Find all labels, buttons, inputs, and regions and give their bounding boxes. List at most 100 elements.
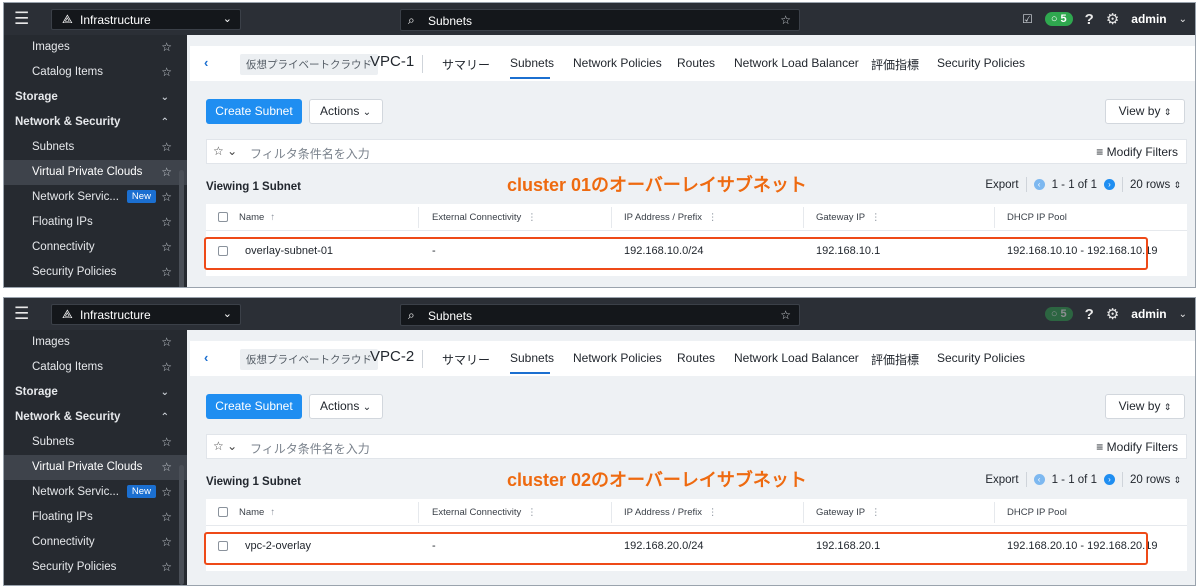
tab-network-policies[interactable]: Network Policies (573, 351, 662, 365)
sort-icon[interactable]: ⋮ (527, 507, 537, 518)
star-icon[interactable]: ☆ (161, 480, 172, 505)
user-menu[interactable]: admin (1131, 307, 1166, 321)
column-divider[interactable] (611, 207, 612, 228)
modify-filters-button[interactable]: ≡ Modify Filters (1096, 145, 1178, 159)
tab-item-5[interactable]: 評価指標 (871, 56, 919, 73)
tab-routes[interactable]: Routes (677, 56, 715, 70)
view-by-button[interactable]: View by ⇕ (1105, 99, 1185, 124)
star-icon[interactable]: ☆ (161, 260, 172, 285)
star-icon[interactable]: ☆ (161, 60, 172, 85)
filter-bar[interactable]: ☆ ⌄ フィルタ条件名を入力 ≡ Modify Filters (206, 139, 1187, 164)
gear-icon[interactable]: ⚙ (1106, 305, 1119, 323)
column-divider[interactable] (994, 502, 995, 523)
sidebar-section-storage[interactable]: Storage ⌄ (4, 85, 187, 110)
next-page-icon[interactable]: › (1103, 474, 1115, 485)
sidebar-section-storage[interactable]: Storage ⌄ (4, 380, 187, 405)
column-header-gateway-ip[interactable]: Gateway IP ⋮ (816, 212, 881, 223)
star-icon[interactable]: ☆ (161, 455, 172, 480)
sidebar-item-images[interactable]: Images ☆ (4, 330, 187, 355)
tab-network-load-balancer[interactable]: Network Load Balancer (734, 351, 859, 365)
column-divider[interactable] (803, 502, 804, 523)
star-icon[interactable]: ☆ (161, 530, 172, 555)
sidebar-item-connectivity[interactable]: Connectivity ☆ (4, 235, 187, 260)
sort-icon[interactable]: ⋮ (527, 212, 537, 223)
star-icon[interactable]: ☆ (161, 555, 172, 580)
sidebar-item-floating-ips[interactable]: Floating IPs ☆ (4, 505, 187, 530)
select-all-checkbox[interactable] (218, 507, 228, 517)
sidebar-section-network-security[interactable]: Network & Security ⌃ (4, 110, 187, 135)
column-header-dhcp-ip-pool[interactable]: DHCP IP Pool (1007, 507, 1067, 518)
column-header-ip-address-prefix[interactable]: IP Address / Prefix ⋮ (624, 212, 717, 223)
sidebar-scrollbar[interactable] (179, 465, 184, 585)
column-header-name[interactable]: Name ↑ (239, 212, 275, 223)
sidebar-item-subnets[interactable]: Subnets ☆ (4, 135, 187, 160)
chevron-down-icon[interactable]: ⌄ (161, 85, 169, 110)
column-header-gateway-ip[interactable]: Gateway IP ⋮ (816, 507, 881, 518)
tab-item-0[interactable]: サマリー (442, 56, 490, 73)
export-button[interactable]: Export (985, 474, 1018, 486)
chevron-down-icon[interactable]: ⌄ (161, 380, 169, 405)
sidebar-item-floating-ips[interactable]: Floating IPs ☆ (4, 210, 187, 235)
hamburger-icon[interactable]: ☰ (14, 10, 29, 27)
tab-item-5[interactable]: 評価指標 (871, 351, 919, 368)
tab-security-policies[interactable]: Security Policies (937, 351, 1025, 365)
sort-icon[interactable]: ⋮ (871, 212, 881, 223)
select-all-checkbox[interactable] (218, 212, 228, 222)
sidebar-item-security-policies[interactable]: Security Policies ☆ (4, 260, 187, 285)
export-button[interactable]: Export (985, 179, 1018, 191)
sidebar-item-images[interactable]: Images ☆ (4, 35, 187, 60)
tab-network-policies[interactable]: Network Policies (573, 56, 662, 70)
actions-button[interactable]: Actions ⌄ (309, 394, 383, 419)
column-header-external-connectivity[interactable]: External Connectivity ⋮ (432, 507, 537, 518)
tab-routes[interactable]: Routes (677, 351, 715, 365)
modify-filters-button[interactable]: ≡ Modify Filters (1096, 440, 1178, 454)
column-divider[interactable] (803, 207, 804, 228)
tab-subnets[interactable]: Subnets (510, 351, 554, 365)
sidebar-item-network-servic[interactable]: Network Servic... New ☆ (4, 185, 187, 210)
sort-icon[interactable]: ↑ (270, 212, 275, 223)
tab-item-0[interactable]: サマリー (442, 351, 490, 368)
chevron-down-icon[interactable]: ⌄ (1179, 14, 1187, 25)
star-icon[interactable]: ☆ (161, 330, 172, 355)
sort-icon[interactable]: ↑ (270, 507, 275, 518)
sort-icon[interactable]: ⋮ (708, 507, 718, 518)
sidebar-item-virtual-private-clouds[interactable]: Virtual Private Clouds ☆ (4, 455, 187, 480)
star-icon[interactable]: ☆ (161, 160, 172, 185)
back-chevron-icon[interactable]: ‹ (204, 55, 208, 70)
filter-input[interactable]: フィルタ条件名を入力 (250, 440, 370, 457)
column-divider[interactable] (994, 207, 995, 228)
tab-security-policies[interactable]: Security Policies (937, 56, 1025, 70)
gear-icon[interactable]: ⚙ (1106, 10, 1119, 28)
star-icon[interactable]: ☆ (161, 430, 172, 455)
star-icon[interactable]: ☆ (780, 308, 791, 322)
star-icon[interactable]: ☆ (161, 185, 172, 210)
star-icon[interactable]: ☆ (161, 355, 172, 380)
help-icon[interactable]: ? (1085, 11, 1094, 28)
column-header-ip-address-prefix[interactable]: IP Address / Prefix ⋮ (624, 507, 717, 518)
star-icon[interactable]: ☆ (161, 210, 172, 235)
sidebar-item-subnets[interactable]: Subnets ☆ (4, 430, 187, 455)
sort-icon[interactable]: ⋮ (708, 212, 718, 223)
sidebar-item-network-servic[interactable]: Network Servic... New ☆ (4, 480, 187, 505)
task-count-badge[interactable]: ○ 5 (1044, 12, 1073, 26)
chevron-up-icon[interactable]: ⌃ (161, 405, 169, 430)
sidebar-section-network-security[interactable]: Network & Security ⌃ (4, 405, 187, 430)
star-dropdown-icon[interactable]: ☆ ⌄ (213, 439, 237, 453)
user-menu[interactable]: admin (1131, 12, 1166, 26)
view-by-button[interactable]: View by ⇕ (1105, 394, 1185, 419)
sidebar-item-connectivity[interactable]: Connectivity ☆ (4, 530, 187, 555)
hamburger-icon[interactable]: ☰ (14, 305, 29, 322)
back-chevron-icon[interactable]: ‹ (204, 350, 208, 365)
app-switcher[interactable]: ⟁ Infrastructure ⌄ (51, 304, 241, 325)
sidebar-scrollbar[interactable] (179, 170, 184, 287)
previous-page-icon[interactable]: ‹ (1033, 179, 1045, 190)
help-icon[interactable]: ? (1085, 306, 1094, 323)
sidebar-item-virtual-private-clouds[interactable]: Virtual Private Clouds ☆ (4, 160, 187, 185)
global-search-input[interactable]: ⌕ Subnets ☆ (400, 304, 800, 326)
task-count-badge[interactable]: ○ 5 (1044, 307, 1073, 321)
sidebar-item-catalog-items[interactable]: Catalog Items ☆ (4, 60, 187, 85)
star-icon[interactable]: ☆ (161, 35, 172, 60)
chevron-up-icon[interactable]: ⌃ (161, 110, 169, 135)
column-header-dhcp-ip-pool[interactable]: DHCP IP Pool (1007, 212, 1067, 223)
star-icon[interactable]: ☆ (780, 13, 791, 27)
